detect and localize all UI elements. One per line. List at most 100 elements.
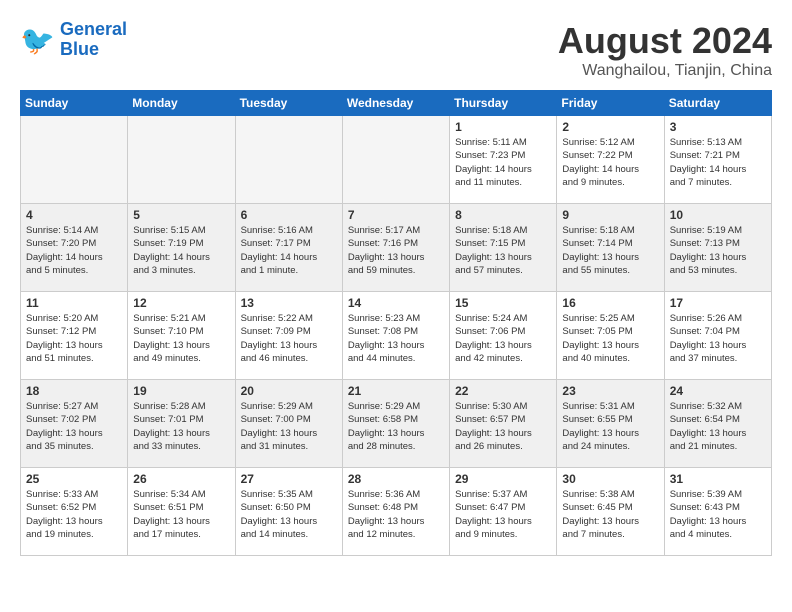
header: 🐦 General Blue August 2024 Wanghailou, T… [20,20,772,80]
calendar-cell: 23Sunrise: 5:31 AM Sunset: 6:55 PM Dayli… [557,380,664,468]
day-info: Sunrise: 5:35 AM Sunset: 6:50 PM Dayligh… [241,488,337,541]
calendar-cell: 20 Sunrise: 5:29 AM Sunset: 7:00 PM Dayli… [235,380,342,468]
calendar-cell: 12 Sunrise: 5:21 AM Sunset: 7:10 PM Dayli… [128,292,235,380]
day-info: Sunrise: 5:11 AM Sunset: 7:23 PM Dayligh… [455,136,551,189]
day-number: 31 [670,472,766,486]
day-info: Sunrise: 5:21 AM Sunset: 7:10 PM Dayligh… [133,312,229,365]
logo-line2: Blue [60,39,99,59]
day-info: Sunrise: 5:29 AM Sunset: 7:00 PM Dayligh… [241,400,337,453]
logo-icon: 🐦 [20,22,56,58]
logo: 🐦 General Blue [20,20,127,60]
day-info: Sunrise: 5:18 AM Sunset: 7:14 PM Dayligh… [562,224,658,277]
day-info: Sunrise: 5:25 AM Sunset: 7:05 PM Dayligh… [562,312,658,365]
day-info: Sunrise: 5:14 AM Sunset: 7:20 PM Dayligh… [26,224,122,277]
col-header-tuesday: Tuesday [235,91,342,116]
calendar-cell: 25 Sunrise: 5:33 AM Sunset: 6:52 PM Dayli… [21,468,128,556]
day-info: Sunrise: 5:29 AM Sunset: 6:58 PM Dayligh… [348,400,444,453]
calendar-cell: 17 Sunrise: 5:26 AM Sunset: 7:04 PM Dayli… [664,292,771,380]
day-number: 4 [26,208,122,222]
day-number: 10 [670,208,766,222]
calendar-cell: 18Sunrise: 5:27 AM Sunset: 7:02 PM Dayli… [21,380,128,468]
calendar-header-row: SundayMondayTuesdayWednesdayThursdayFrid… [21,91,772,116]
title-area: August 2024 Wanghailou, Tianjin, China [558,20,772,80]
day-number: 13 [241,296,337,310]
day-info: Sunrise: 5:23 AM Sunset: 7:08 PM Dayligh… [348,312,444,365]
day-number: 1 [455,120,551,134]
day-info: Sunrise: 5:18 AM Sunset: 7:15 PM Dayligh… [455,224,551,277]
day-number: 11 [26,296,122,310]
calendar-cell [128,116,235,204]
day-number: 30 [562,472,658,486]
day-number: 19 [133,384,229,398]
day-number: 5 [133,208,229,222]
calendar-cell: 2 Sunrise: 5:12 AM Sunset: 7:22 PM Daylig… [557,116,664,204]
day-info: Sunrise: 5:22 AM Sunset: 7:09 PM Dayligh… [241,312,337,365]
day-info: Sunrise: 5:30 AM Sunset: 6:57 PM Dayligh… [455,400,551,453]
day-info: Sunrise: 5:15 AM Sunset: 7:19 PM Dayligh… [133,224,229,277]
day-info: Sunrise: 5:34 AM Sunset: 6:51 PM Dayligh… [133,488,229,541]
day-number: 16 [562,296,658,310]
day-number: 24 [670,384,766,398]
logo-line1: General [60,19,127,39]
logo-text: General Blue [60,20,127,60]
day-info: Sunrise: 5:12 AM Sunset: 7:22 PM Dayligh… [562,136,658,189]
day-number: 29 [455,472,551,486]
col-header-monday: Monday [128,91,235,116]
calendar-cell: 14 Sunrise: 5:23 AM Sunset: 7:08 PM Dayli… [342,292,449,380]
calendar-cell: 8 Sunrise: 5:18 AM Sunset: 7:15 PM Daylig… [450,204,557,292]
day-info: Sunrise: 5:33 AM Sunset: 6:52 PM Dayligh… [26,488,122,541]
day-info: Sunrise: 5:26 AM Sunset: 7:04 PM Dayligh… [670,312,766,365]
calendar-cell: 11 Sunrise: 5:20 AM Sunset: 7:12 PM Dayli… [21,292,128,380]
calendar-cell: 26 Sunrise: 5:34 AM Sunset: 6:51 PM Dayli… [128,468,235,556]
col-header-sunday: Sunday [21,91,128,116]
day-info: Sunrise: 5:13 AM Sunset: 7:21 PM Dayligh… [670,136,766,189]
day-number: 2 [562,120,658,134]
calendar-cell: 16 Sunrise: 5:25 AM Sunset: 7:05 PM Dayli… [557,292,664,380]
calendar-cell [235,116,342,204]
day-number: 12 [133,296,229,310]
day-number: 27 [241,472,337,486]
day-info: Sunrise: 5:19 AM Sunset: 7:13 PM Dayligh… [670,224,766,277]
month-title: August 2024 [558,20,772,62]
col-header-saturday: Saturday [664,91,771,116]
svg-text:🐦: 🐦 [20,25,55,56]
day-number: 20 [241,384,337,398]
day-number: 9 [562,208,658,222]
calendar-week-row: 11 Sunrise: 5:20 AM Sunset: 7:12 PM Dayli… [21,292,772,380]
col-header-wednesday: Wednesday [342,91,449,116]
calendar-cell: 30 Sunrise: 5:38 AM Sunset: 6:45 PM Dayli… [557,468,664,556]
day-number: 21 [348,384,444,398]
day-info: Sunrise: 5:20 AM Sunset: 7:12 PM Dayligh… [26,312,122,365]
calendar-cell: 6 Sunrise: 5:16 AM Sunset: 7:17 PM Daylig… [235,204,342,292]
calendar-cell: 5 Sunrise: 5:15 AM Sunset: 7:19 PM Daylig… [128,204,235,292]
calendar-week-row: 18Sunrise: 5:27 AM Sunset: 7:02 PM Dayli… [21,380,772,468]
calendar-cell: 10 Sunrise: 5:19 AM Sunset: 7:13 PM Dayli… [664,204,771,292]
calendar-cell: 19 Sunrise: 5:28 AM Sunset: 7:01 PM Dayli… [128,380,235,468]
day-number: 14 [348,296,444,310]
calendar-cell: 24Sunrise: 5:32 AM Sunset: 6:54 PM Dayli… [664,380,771,468]
day-number: 26 [133,472,229,486]
day-number: 7 [348,208,444,222]
day-number: 25 [26,472,122,486]
day-number: 3 [670,120,766,134]
day-info: Sunrise: 5:16 AM Sunset: 7:17 PM Dayligh… [241,224,337,277]
day-info: Sunrise: 5:38 AM Sunset: 6:45 PM Dayligh… [562,488,658,541]
day-info: Sunrise: 5:28 AM Sunset: 7:01 PM Dayligh… [133,400,229,453]
calendar-cell: 22 Sunrise: 5:30 AM Sunset: 6:57 PM Dayli… [450,380,557,468]
calendar-cell: 1 Sunrise: 5:11 AM Sunset: 7:23 PM Daylig… [450,116,557,204]
calendar-cell [342,116,449,204]
calendar-cell: 7Sunrise: 5:17 AM Sunset: 7:16 PM Daylig… [342,204,449,292]
calendar-cell [21,116,128,204]
day-number: 28 [348,472,444,486]
calendar-cell: 13 Sunrise: 5:22 AM Sunset: 7:09 PM Dayli… [235,292,342,380]
col-header-friday: Friday [557,91,664,116]
day-number: 8 [455,208,551,222]
calendar-cell: 3 Sunrise: 5:13 AM Sunset: 7:21 PM Daylig… [664,116,771,204]
calendar-cell: 27 Sunrise: 5:35 AM Sunset: 6:50 PM Dayli… [235,468,342,556]
calendar-week-row: 1 Sunrise: 5:11 AM Sunset: 7:23 PM Daylig… [21,116,772,204]
day-number: 22 [455,384,551,398]
day-number: 17 [670,296,766,310]
day-number: 6 [241,208,337,222]
day-info: Sunrise: 5:37 AM Sunset: 6:47 PM Dayligh… [455,488,551,541]
day-info: Sunrise: 5:31 AM Sunset: 6:55 PM Dayligh… [562,400,658,453]
